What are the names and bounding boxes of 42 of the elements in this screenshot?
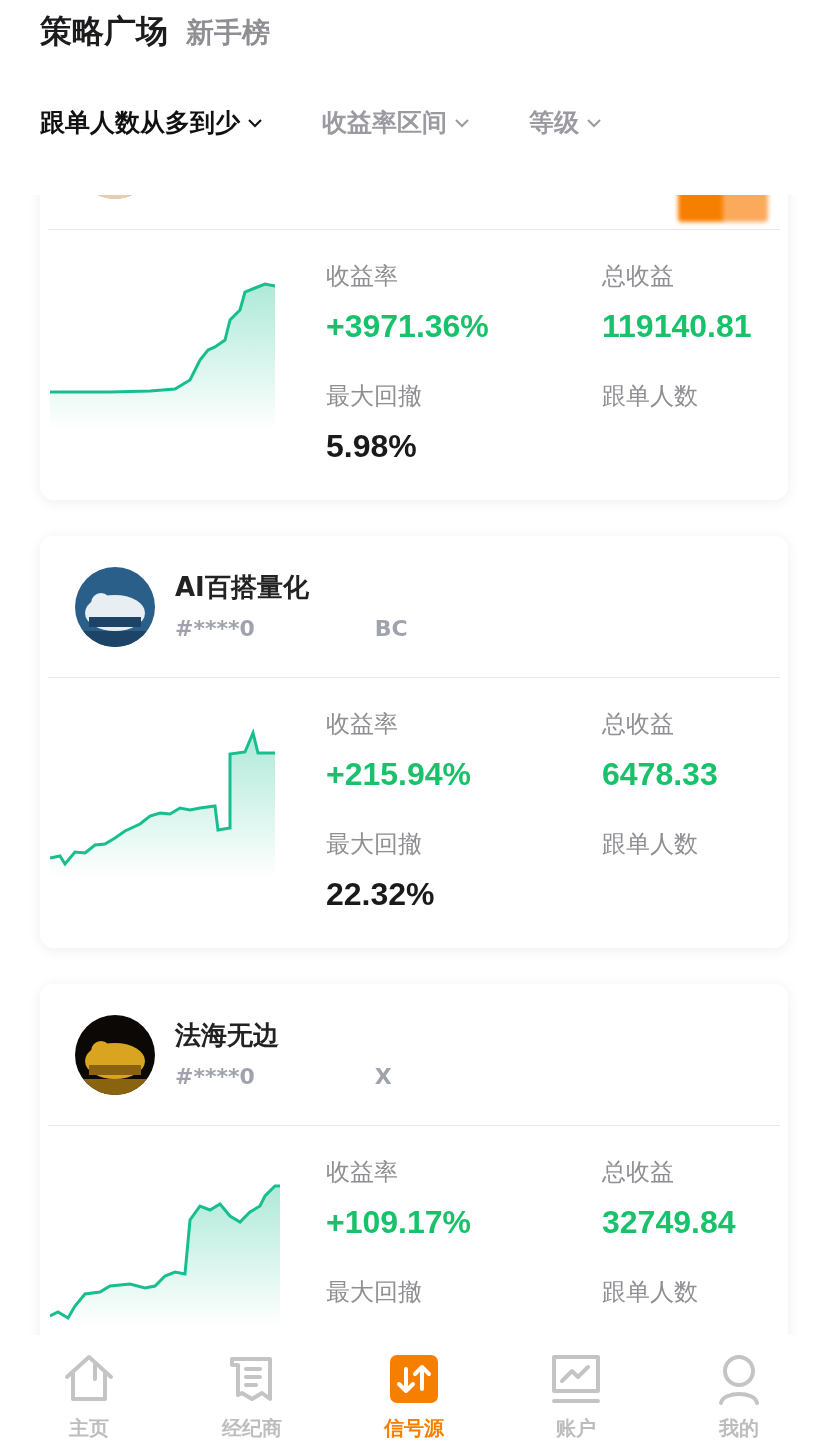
stat-label: 跟单人数 bbox=[602, 829, 699, 860]
account-id: X bbox=[374, 1063, 392, 1091]
account-id: #****0 bbox=[175, 615, 255, 643]
stat-label: 跟单人数 bbox=[602, 381, 699, 412]
stat-value: +3971.36% bbox=[326, 307, 490, 346]
strategy-name: AI百搭量化 bbox=[175, 570, 310, 602]
stat-label: 跟单人数 bbox=[602, 1277, 699, 1308]
page-title: 策略广场 bbox=[40, 11, 168, 52]
stat-value: 5.98% bbox=[326, 427, 418, 466]
filter-dropdown[interactable]: 跟单人数从多到少 bbox=[40, 106, 264, 139]
ranking-tab[interactable]: 新手榜 bbox=[186, 14, 270, 52]
stat-label: 最大回撤 bbox=[326, 1277, 423, 1308]
nav-tab[interactable]: 我的 bbox=[673, 1335, 804, 1448]
stat-label: 收益率 bbox=[326, 261, 399, 292]
filter-dropdown[interactable]: 等级 bbox=[529, 106, 603, 139]
stat-value: +109.17% bbox=[326, 1203, 472, 1242]
stat-value: 22.32% bbox=[326, 875, 436, 914]
stat-value: +215.94% bbox=[326, 755, 472, 794]
chevron-down-icon bbox=[453, 116, 471, 129]
nav-tab[interactable]: 信号源 bbox=[348, 1335, 479, 1448]
stat-label: 收益率 bbox=[326, 1157, 399, 1188]
filter-dropdown[interactable]: 收益率区间 bbox=[322, 106, 471, 139]
chevron-down-icon bbox=[585, 116, 603, 129]
strategy-card[interactable]: AI百搭量化 #****0 BC 收益率 +215.94% 总收益 6478.33 最大回撤 22.32% 跟单人数 bbox=[40, 536, 788, 948]
account-id: BC bbox=[374, 615, 408, 643]
stat-label: 收益率 bbox=[326, 709, 399, 740]
chevron-down-icon bbox=[246, 116, 264, 129]
strategy-card[interactable]: 法海无边 #****0 X 收益率 +109.17% 总收益 32749.84 最大回撤 跟单人数 bbox=[40, 984, 788, 1335]
strategy-name: 法海无边 bbox=[175, 1018, 280, 1050]
stat-label: 总收益 bbox=[602, 261, 675, 292]
stat-label: 总收益 bbox=[602, 709, 675, 740]
account-id: #****0 bbox=[175, 1063, 255, 1091]
stat-value: 6478.33 bbox=[602, 755, 719, 794]
stat-label: 总收益 bbox=[602, 1157, 675, 1188]
nav-tab[interactable]: 经纪商 bbox=[186, 1335, 317, 1448]
nav-tab[interactable]: 主页 bbox=[24, 1335, 155, 1448]
stat-label: 最大回撤 bbox=[326, 381, 423, 412]
strategy-card[interactable]: 收益率 +3971.36% 总收益 119140.81 最大回撤 5.98% 跟单人数 bbox=[40, 195, 788, 500]
nav-tab[interactable]: 账户 bbox=[511, 1335, 642, 1448]
stat-value: 119140.81 bbox=[602, 307, 753, 346]
stat-value: 32749.84 bbox=[602, 1203, 737, 1242]
stat-label: 最大回撤 bbox=[326, 829, 423, 860]
